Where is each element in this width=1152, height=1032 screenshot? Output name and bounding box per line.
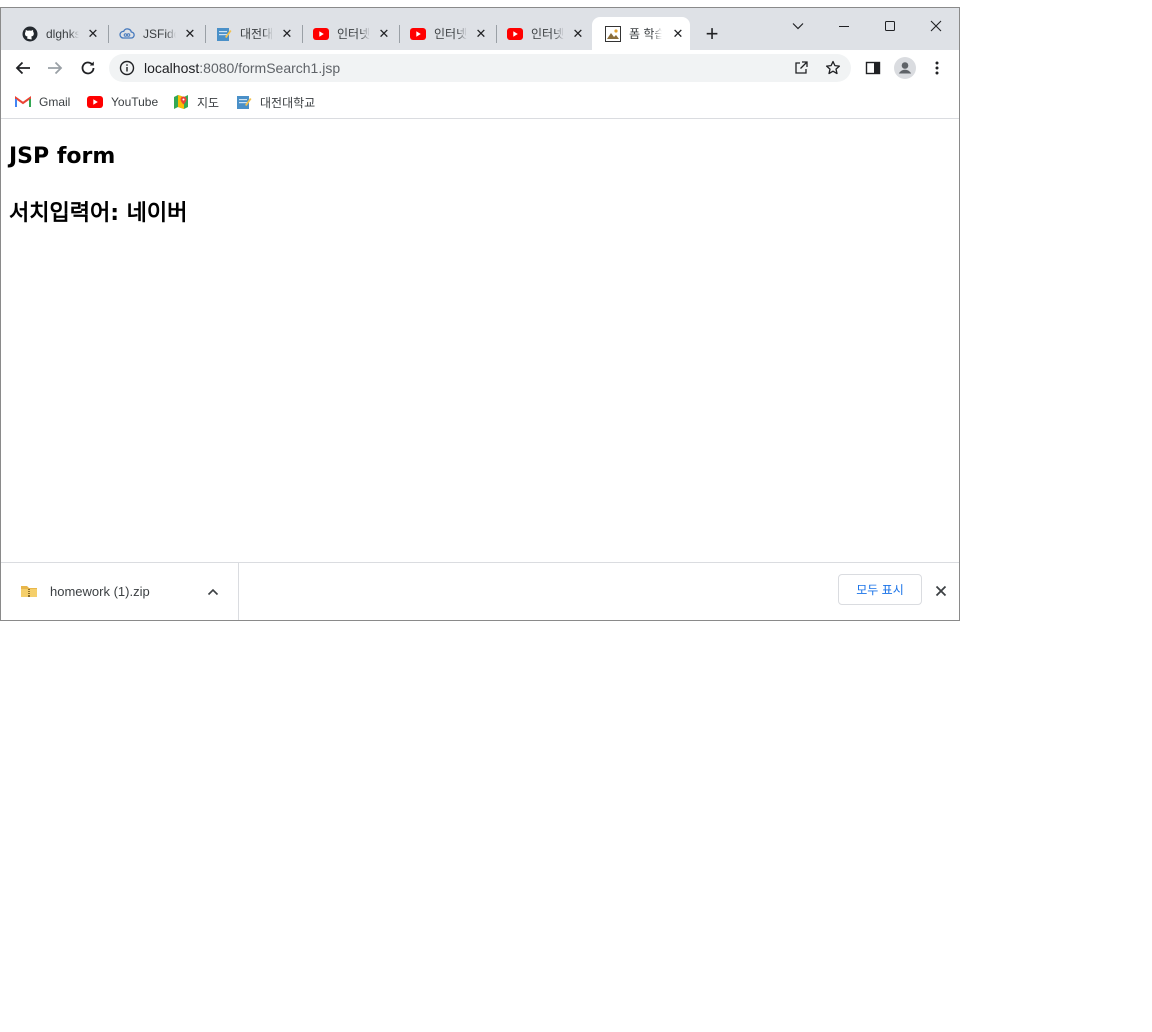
close-icon[interactable]: ✕ [570, 26, 586, 42]
bookmark-daejeon-univ[interactable]: 대전대학교 [236, 92, 315, 112]
download-item[interactable]: homework (1).zip [1, 563, 239, 620]
bookmarks-bar: Gmail YouTube 지도 대전대학교 [1, 86, 959, 119]
avatar-icon [894, 57, 916, 79]
download-options-button[interactable] [204, 583, 222, 601]
page-content: JSP form 서치입력어: 네이버 [1, 119, 959, 562]
close-icon[interactable]: ✕ [473, 26, 489, 42]
back-button[interactable] [11, 56, 35, 80]
close-icon[interactable]: ✕ [182, 26, 198, 42]
tab-title: 인터넷 [434, 27, 467, 41]
tab-form-active[interactable]: 폼 학습 ✕ [592, 17, 690, 50]
reload-icon [81, 61, 95, 75]
tab-title: 폼 학습 [629, 27, 662, 41]
tab-title: JSFiddle [143, 26, 176, 41]
close-window-button[interactable] [916, 12, 956, 40]
url-path: :8080/formSearch1.jsp [199, 60, 341, 76]
menu-button[interactable] [925, 56, 949, 80]
profile-button[interactable] [893, 56, 917, 80]
tab-youtube-2[interactable]: 인터넷 ✕ [397, 17, 493, 50]
arrow-right-icon [48, 61, 63, 75]
bookmark-label: 대전대학교 [260, 95, 316, 110]
minimize-button[interactable] [824, 12, 864, 40]
close-icon[interactable]: ✕ [279, 26, 295, 42]
tab-youtube-3[interactable]: 인터넷 ✕ [494, 17, 590, 50]
youtube-icon [87, 94, 103, 110]
chevron-down-icon [792, 23, 804, 30]
close-icon [930, 20, 942, 32]
address-bar[interactable]: localhost:8080/formSearch1.jsp [109, 54, 851, 82]
info-icon[interactable] [119, 60, 135, 76]
tab-strip: dlghks ✕ JSFiddle ✕ 대전대학교 ✕ 인터넷 ✕ [1, 8, 959, 50]
url-host: localhost [144, 60, 200, 76]
url-text[interactable]: localhost:8080/formSearch1.jsp [144, 60, 340, 76]
youtube-icon [313, 26, 329, 42]
arrow-left-icon [15, 61, 30, 75]
browser-toolbar: localhost:8080/formSearch1.jsp [1, 50, 959, 86]
search-result-text: 서치입력어: 네이버 [9, 201, 188, 226]
share-icon[interactable] [792, 59, 810, 77]
kebab-menu-icon [935, 61, 939, 75]
bookmark-label: 지도 [197, 95, 220, 110]
tab-title: 인터넷 [337, 27, 370, 41]
page-heading: JSP form [9, 144, 116, 169]
bookmark-maps[interactable]: 지도 [173, 92, 219, 112]
close-icon [935, 585, 947, 597]
close-icon[interactable]: ✕ [376, 26, 392, 42]
reload-button[interactable] [76, 56, 100, 80]
download-bar: homework (1).zip 모두 표시 [1, 562, 959, 620]
bookmark-youtube[interactable]: YouTube [87, 92, 158, 112]
page-image-icon [605, 25, 621, 42]
side-panel-button[interactable] [861, 56, 885, 80]
jsfiddle-cloud-icon [119, 26, 135, 42]
bookmark-gmail[interactable]: Gmail [15, 92, 70, 112]
forward-button[interactable] [43, 56, 67, 80]
bookmark-label: Gmail [39, 95, 71, 109]
zip-folder-icon [21, 586, 37, 597]
gmail-icon [15, 94, 31, 110]
youtube-icon [507, 26, 523, 42]
tab-daejeon-univ[interactable]: 대전대학교 ✕ [203, 17, 299, 50]
bookmark-label: YouTube [111, 95, 159, 109]
tab-title: 대전대학교 [240, 27, 273, 41]
tab-search-button[interactable] [778, 12, 818, 40]
tab-youtube-1[interactable]: 인터넷 ✕ [300, 17, 396, 50]
tab-title: 인터넷 [531, 27, 564, 41]
close-icon[interactable]: ✕ [85, 26, 101, 42]
browser-window: dlghks ✕ JSFiddle ✕ 대전대학교 ✕ 인터넷 ✕ [0, 7, 960, 621]
github-icon [22, 26, 38, 42]
youtube-icon [410, 26, 426, 42]
maximize-icon [885, 21, 895, 31]
tab-title: dlghks [46, 26, 79, 41]
close-icon[interactable]: ✕ [670, 26, 686, 42]
chevron-up-icon [207, 588, 219, 596]
show-all-button[interactable]: 모두 표시 [838, 574, 922, 605]
tab-jsfiddle[interactable]: JSFiddle ✕ [106, 17, 202, 50]
side-panel-icon [865, 61, 881, 75]
close-download-bar-button[interactable] [932, 582, 950, 600]
maximize-button[interactable] [870, 12, 910, 40]
daejeon-univ-icon [216, 26, 232, 42]
new-tab-button[interactable]: + [701, 21, 723, 46]
download-file-name: homework (1).zip [50, 584, 150, 599]
daejeon-univ-icon [236, 94, 252, 110]
maps-icon [173, 94, 189, 110]
minimize-icon [839, 26, 849, 27]
tab-github[interactable]: dlghks ✕ [9, 17, 105, 50]
star-icon[interactable] [824, 59, 842, 77]
